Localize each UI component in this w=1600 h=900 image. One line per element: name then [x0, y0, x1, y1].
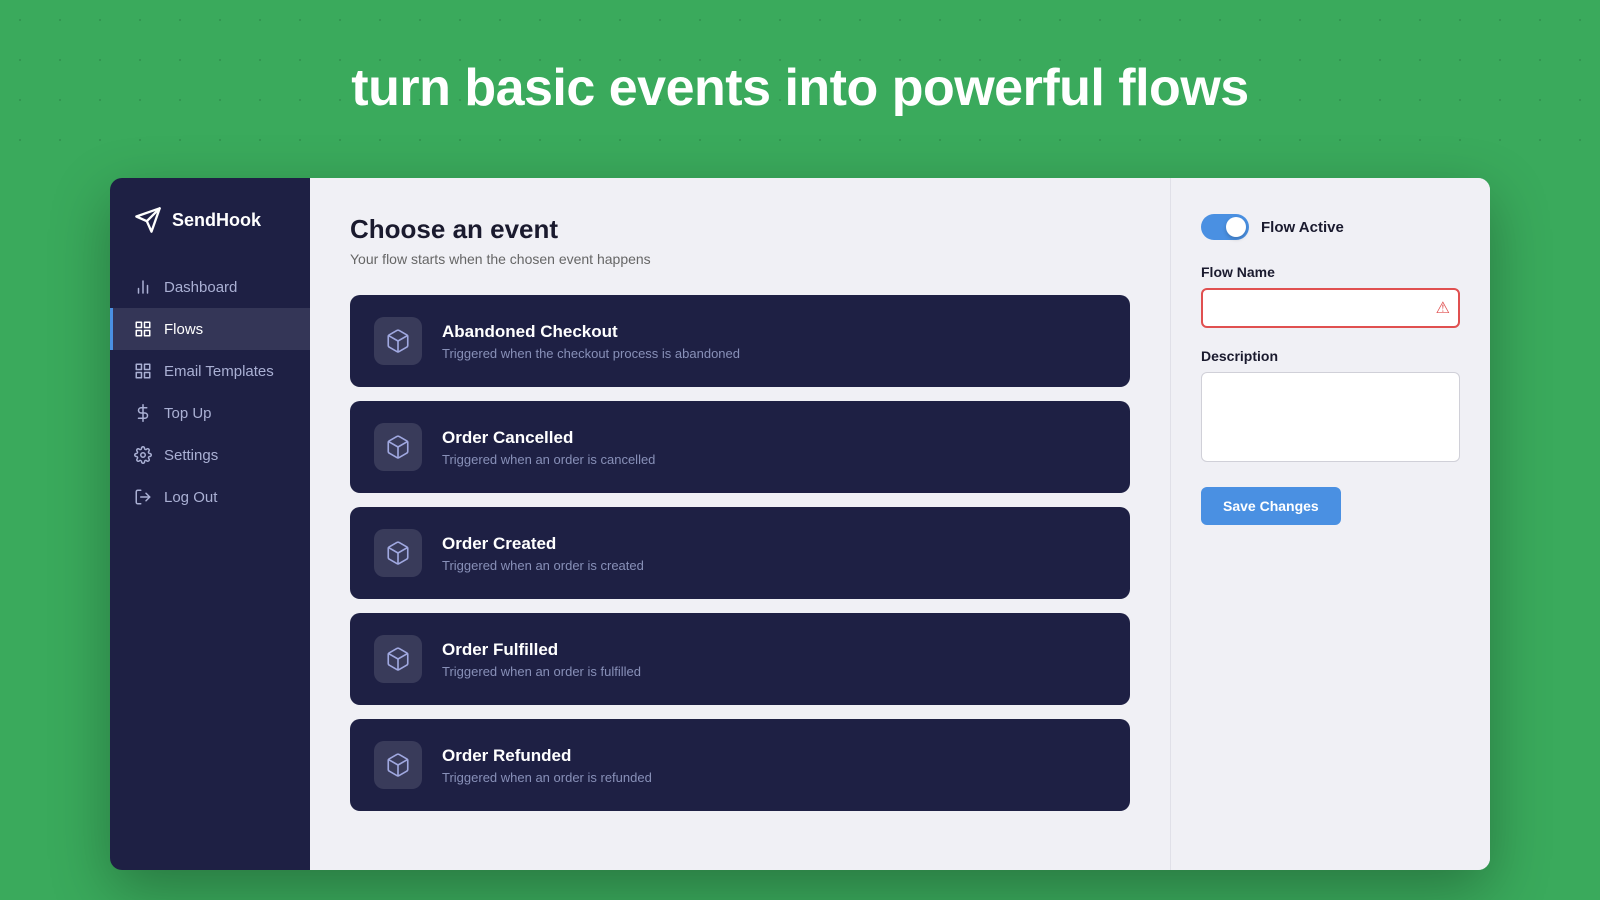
flow-active-toggle[interactable]: [1201, 214, 1249, 240]
logout-icon: [134, 488, 152, 506]
sidebar-item-settings-label: Settings: [164, 447, 218, 464]
event-name-order-refunded: Order Refunded: [442, 746, 652, 766]
flow-name-input-wrapper: ⚠: [1201, 288, 1460, 328]
sidebar-item-logout-label: Log Out: [164, 489, 217, 506]
grid-icon: [134, 362, 152, 380]
event-card-abandoned-checkout[interactable]: Abandoned Checkout Triggered when the ch…: [350, 295, 1130, 387]
event-name-order-created: Order Created: [442, 534, 644, 554]
event-text-order-fulfilled: Order Fulfilled Triggered when an order …: [442, 640, 641, 679]
sidebar: SendHook Dashboard Flows: [110, 178, 310, 870]
input-error-icon: ⚠: [1436, 298, 1450, 318]
box-icon-order-refunded: [385, 752, 411, 778]
description-textarea[interactable]: [1201, 372, 1460, 462]
sidebar-item-dashboard-label: Dashboard: [164, 279, 237, 296]
sidebar-item-flows-label: Flows: [164, 321, 203, 338]
sidebar-item-dashboard[interactable]: Dashboard: [110, 266, 310, 308]
panel-subtitle: Your flow starts when the chosen event h…: [350, 251, 1130, 267]
flow-name-input[interactable]: [1201, 288, 1460, 328]
event-card-order-refunded[interactable]: Order Refunded Triggered when an order i…: [350, 719, 1130, 811]
right-panel: Flow Active Flow Name ⚠ Description Save…: [1170, 178, 1490, 870]
event-desc-order-created: Triggered when an order is created: [442, 558, 644, 573]
sidebar-item-settings[interactable]: Settings: [110, 434, 310, 476]
sidebar-item-email-templates-label: Email Templates: [164, 363, 274, 380]
sidebar-nav: Dashboard Flows: [110, 266, 310, 518]
sidebar-item-flows[interactable]: Flows: [110, 308, 310, 350]
event-card-order-fulfilled[interactable]: Order Fulfilled Triggered when an order …: [350, 613, 1130, 705]
flows-icon: [134, 320, 152, 338]
sidebar-item-logout[interactable]: Log Out: [110, 476, 310, 518]
event-desc-order-fulfilled: Triggered when an order is fulfilled: [442, 664, 641, 679]
sidebar-item-top-up-label: Top Up: [164, 405, 212, 422]
event-card-order-cancelled[interactable]: Order Cancelled Triggered when an order …: [350, 401, 1130, 493]
gear-icon: [134, 446, 152, 464]
event-name-order-cancelled: Order Cancelled: [442, 428, 655, 448]
event-text-order-created: Order Created Triggered when an order is…: [442, 534, 644, 573]
flow-active-label: Flow Active: [1261, 219, 1344, 236]
box-icon-order-created: [385, 540, 411, 566]
event-card-order-created[interactable]: Order Created Triggered when an order is…: [350, 507, 1130, 599]
event-icon-wrap-order-fulfilled: [374, 635, 422, 683]
sidebar-item-top-up[interactable]: Top Up: [110, 392, 310, 434]
toggle-slider: [1201, 214, 1249, 240]
save-changes-button[interactable]: Save Changes: [1201, 487, 1341, 525]
logo-icon: [134, 206, 162, 234]
event-desc-order-refunded: Triggered when an order is refunded: [442, 770, 652, 785]
event-desc-abandoned-checkout: Triggered when the checkout process is a…: [442, 346, 740, 361]
main-content: Choose an event Your flow starts when th…: [310, 178, 1490, 870]
box-icon-order-fulfilled: [385, 646, 411, 672]
flow-active-row: Flow Active: [1201, 214, 1460, 240]
sidebar-item-email-templates[interactable]: Email Templates: [110, 350, 310, 392]
event-text-order-cancelled: Order Cancelled Triggered when an order …: [442, 428, 655, 467]
sidebar-logo: SendHook: [110, 206, 310, 266]
panel-title: Choose an event: [350, 214, 1130, 245]
description-label: Description: [1201, 348, 1460, 364]
event-text-order-refunded: Order Refunded Triggered when an order i…: [442, 746, 652, 785]
brand-name: SendHook: [172, 210, 261, 231]
bar-chart-icon: [134, 278, 152, 296]
event-text-abandoned-checkout: Abandoned Checkout Triggered when the ch…: [442, 322, 740, 361]
event-icon-wrap-order-cancelled: [374, 423, 422, 471]
flow-name-label: Flow Name: [1201, 264, 1460, 280]
box-icon-abandoned-checkout: [385, 328, 411, 354]
event-name-abandoned-checkout: Abandoned Checkout: [442, 322, 740, 342]
event-icon-wrap-order-refunded: [374, 741, 422, 789]
event-name-order-fulfilled: Order Fulfilled: [442, 640, 641, 660]
event-icon-wrap-order-created: [374, 529, 422, 577]
event-icon-wrap-abandoned-checkout: [374, 317, 422, 365]
events-panel: Choose an event Your flow starts when th…: [310, 178, 1170, 870]
event-desc-order-cancelled: Triggered when an order is cancelled: [442, 452, 655, 467]
hero-banner: turn basic events into powerful flows: [0, 0, 1600, 175]
hero-title: turn basic events into powerful flows: [351, 58, 1248, 118]
dollar-icon: [134, 404, 152, 422]
box-icon-order-cancelled: [385, 434, 411, 460]
app-window: SendHook Dashboard Flows: [110, 178, 1490, 870]
